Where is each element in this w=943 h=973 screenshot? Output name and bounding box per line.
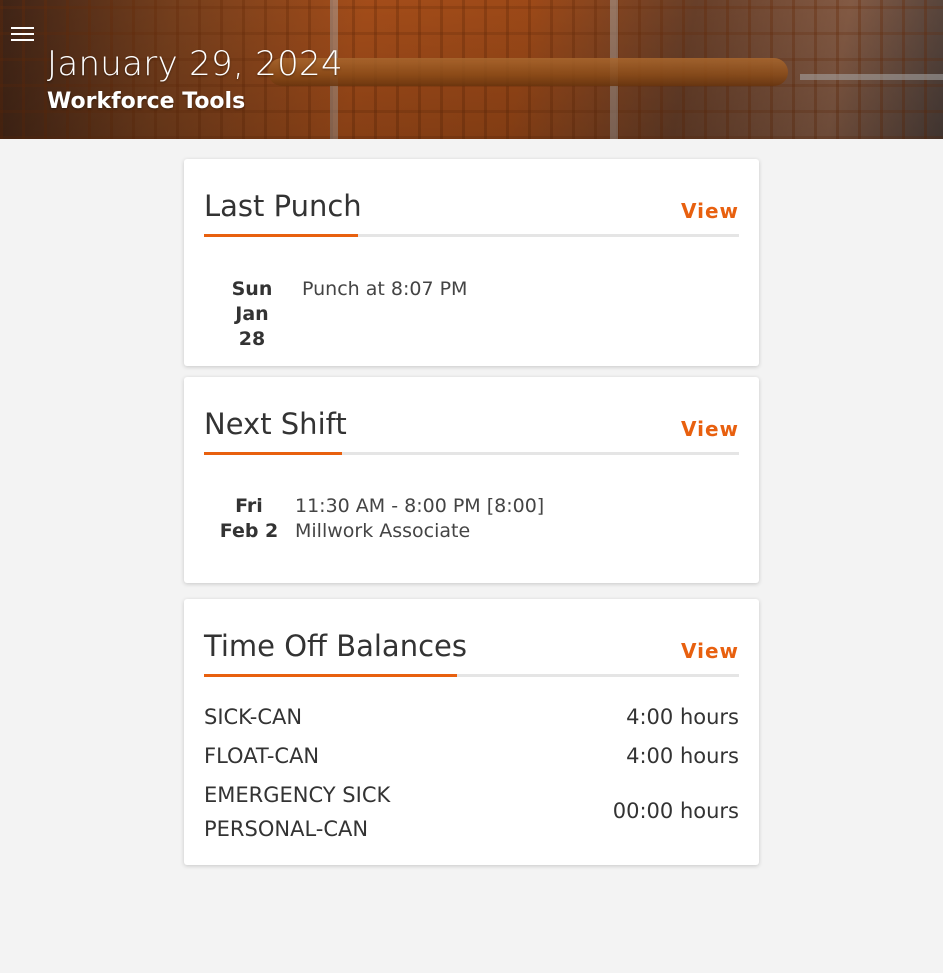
card-header: Last Punch View <box>204 159 739 239</box>
title-underline <box>204 452 342 455</box>
punch-date: Sun Jan 28 <box>220 277 284 352</box>
shift-day: Fri <box>235 495 263 517</box>
balance-value: 00:00 hours <box>612 799 739 823</box>
last-punch-card: Last Punch View Sun Jan 28 Punch at 8:07… <box>184 159 759 366</box>
current-date: January 29, 2024 <box>47 44 343 84</box>
shift-date: Fri Feb 2 <box>217 494 281 544</box>
balance-name-line: EMERGENCY SICK <box>204 783 391 807</box>
punch-day: Sun <box>231 278 273 300</box>
punch-date-label: Jan 28 <box>235 303 269 350</box>
card-title: Time Off Balances <box>204 629 467 663</box>
title-underline <box>204 674 457 677</box>
balance-name: SICK-CAN <box>204 705 303 729</box>
card-title: Next Shift <box>204 407 347 441</box>
last-punch-view-link[interactable]: View <box>681 199 739 223</box>
card-header: Next Shift View <box>204 377 739 457</box>
next-shift-view-link[interactable]: View <box>681 417 739 441</box>
shift-detail: 11:30 AM - 8:00 PM [8:00] Millwork Assoc… <box>295 494 544 544</box>
balance-row: FLOAT-CAN 4:00 hours <box>204 739 739 773</box>
time-off-balances-card: Time Off Balances View SICK-CAN 4:00 hou… <box>184 599 759 865</box>
balance-row: SICK-CAN 4:00 hours <box>204 700 739 734</box>
shift-role: Millwork Associate <box>295 520 471 542</box>
balance-value: 4:00 hours <box>626 705 739 729</box>
balance-value: 4:00 hours <box>626 744 739 768</box>
app-subtitle: Workforce Tools <box>47 89 246 114</box>
balance-row: EMERGENCY SICK PERSONAL-CAN 00:00 hours <box>204 778 739 846</box>
time-off-view-link[interactable]: View <box>681 639 739 663</box>
header-banner: January 29, 2024 Workforce Tools <box>0 0 943 139</box>
shift-time: 11:30 AM - 8:00 PM [8:00] <box>295 495 545 517</box>
card-header: Time Off Balances View <box>204 599 739 679</box>
balance-name-line: PERSONAL-CAN <box>204 817 369 841</box>
balance-name: EMERGENCY SICK PERSONAL-CAN <box>204 778 390 846</box>
punch-detail: Punch at 8:07 PM <box>302 278 468 300</box>
shift-date-label: Feb 2 <box>219 520 279 542</box>
card-title: Last Punch <box>204 189 362 223</box>
hamburger-menu-icon[interactable] <box>8 22 38 46</box>
balance-name: FLOAT-CAN <box>204 744 320 768</box>
title-underline <box>204 234 358 237</box>
next-shift-card: Next Shift View Fri Feb 2 11:30 AM - 8:0… <box>184 377 759 583</box>
